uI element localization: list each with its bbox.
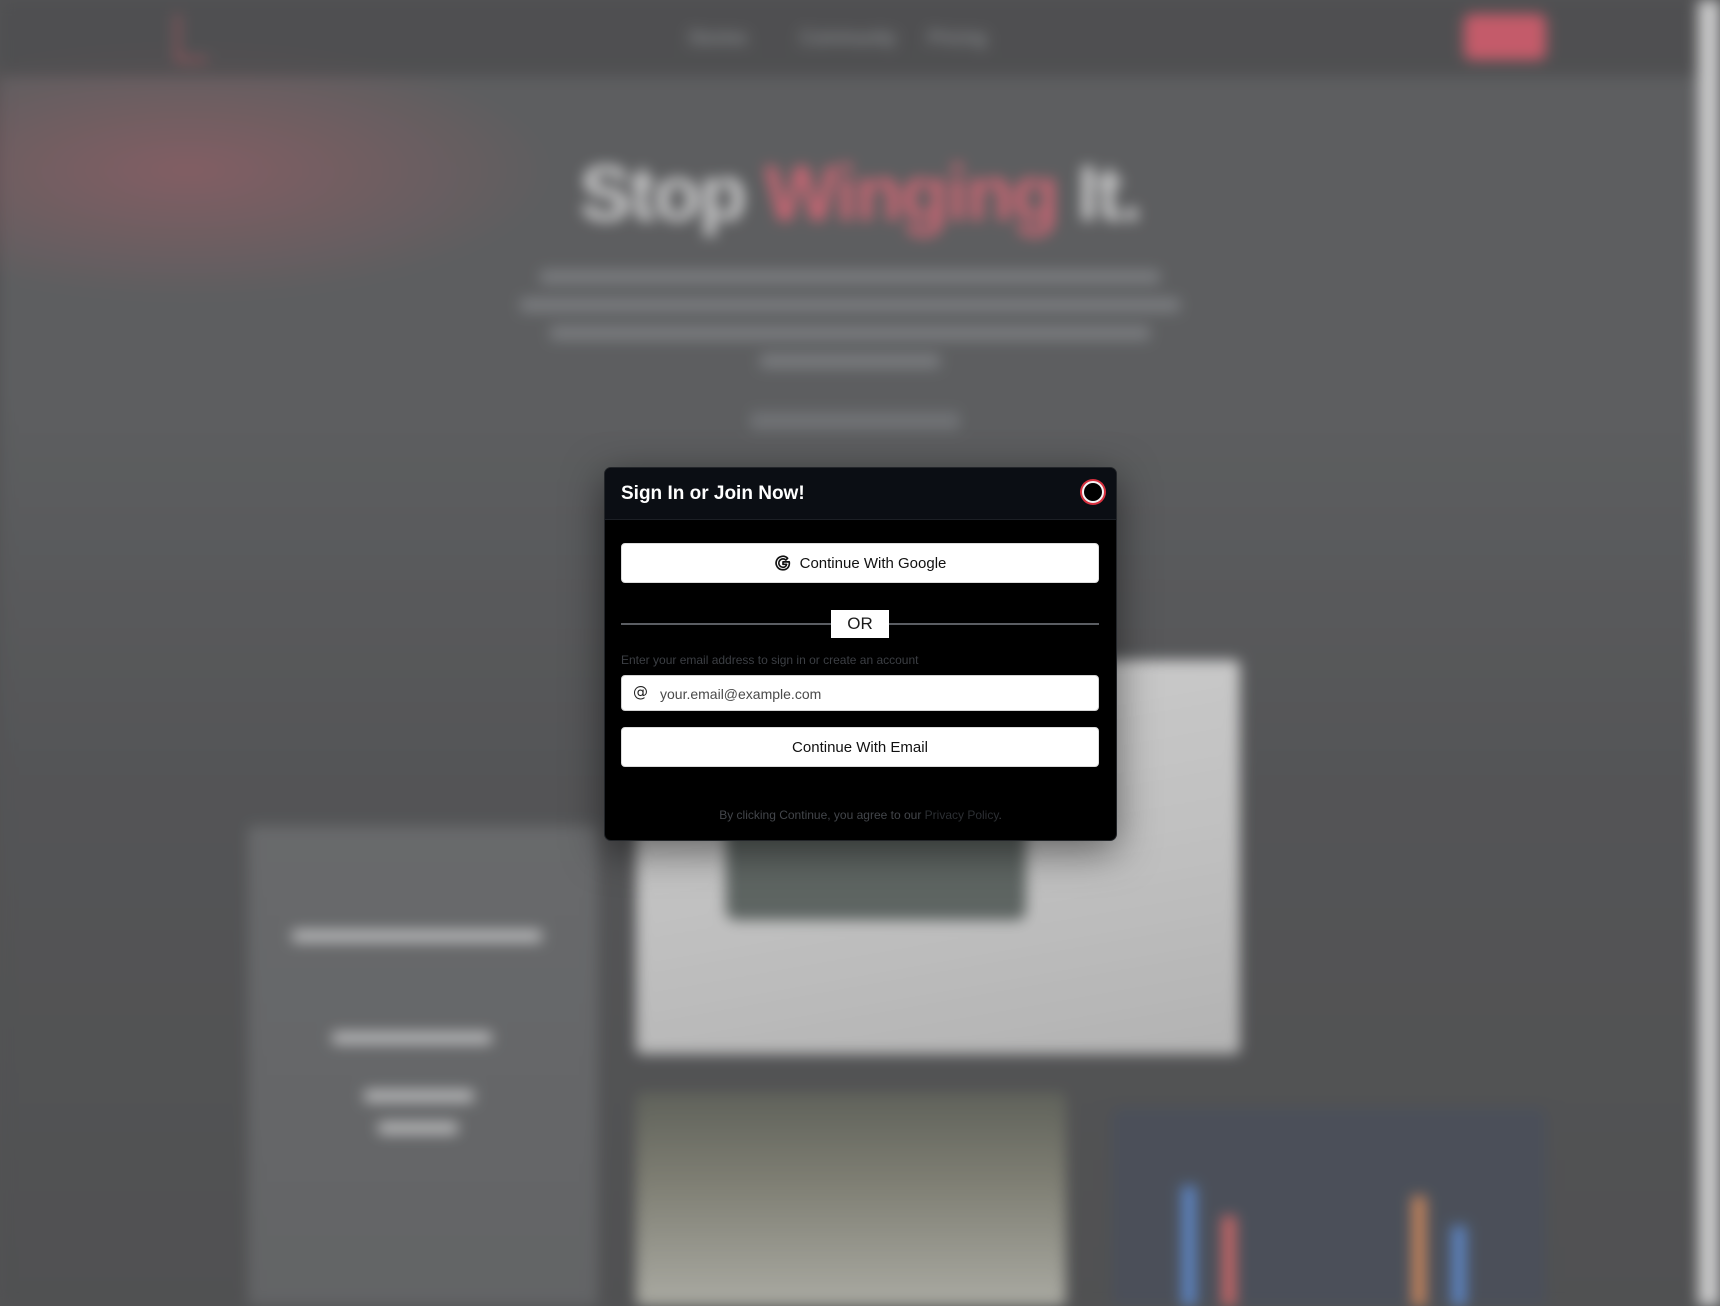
at-sign-icon: @ (633, 683, 648, 701)
continue-with-email-button[interactable]: Continue With Email (621, 727, 1099, 767)
email-field[interactable]: @ (621, 675, 1099, 712)
modal-title: Sign In or Join Now! (621, 483, 805, 504)
legal-notice: By clicking Continue, you agree to our P… (605, 808, 1116, 822)
email-hint: Enter your email address to sign in or c… (621, 653, 919, 667)
google-g-icon (774, 555, 790, 571)
legal-prefix: By clicking Continue, you agree to our (719, 808, 925, 822)
continue-with-google-button[interactable]: Continue With Google (621, 543, 1099, 583)
page: Stories Community Pricing Stop Winging I… (0, 0, 1720, 1306)
divider-text: OR (831, 610, 889, 638)
close-circle-icon[interactable] (1082, 481, 1104, 503)
privacy-policy-link[interactable]: Privacy Policy (925, 808, 999, 822)
email-button-label: Continue With Email (792, 738, 928, 756)
or-divider: OR (621, 608, 1099, 638)
legal-suffix: . (998, 808, 1002, 822)
modal-header: Sign In or Join Now! (605, 468, 1116, 520)
sign-in-modal: Sign In or Join Now! Continue With Googl… (604, 467, 1117, 841)
google-button-label: Continue With Google (799, 554, 947, 572)
email-input[interactable] (658, 676, 1092, 712)
